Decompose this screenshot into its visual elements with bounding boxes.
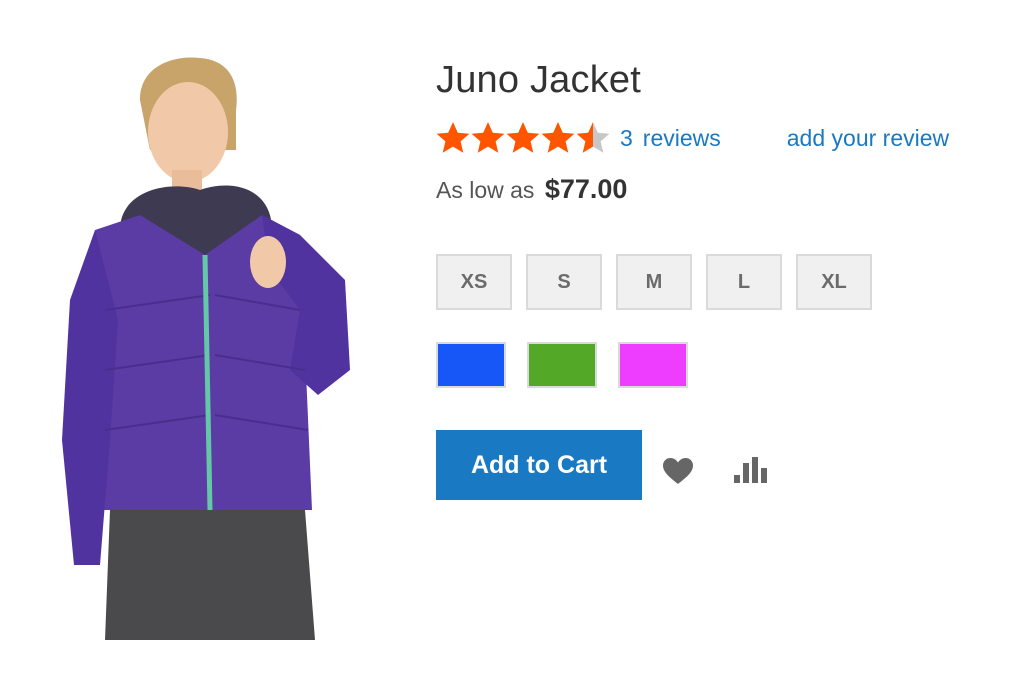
star-icon (541, 122, 575, 153)
add-to-cart-button[interactable]: Add to Cart (436, 430, 642, 500)
star-icon (576, 122, 610, 153)
price-row: As low as $77.00 (436, 174, 996, 205)
add-review-link[interactable]: add your review (787, 125, 949, 152)
size-option-m[interactable]: M (616, 254, 692, 310)
star-icon (471, 122, 505, 153)
rating-row: 3 reviews add your review (436, 118, 996, 158)
reviews-label: reviews (642, 124, 721, 151)
product-title: Juno Jacket (436, 59, 641, 101)
product-image (62, 57, 350, 640)
reviews-link[interactable]: 3 reviews (620, 125, 721, 152)
heart-icon[interactable] (662, 457, 694, 490)
compare-bars-icon[interactable] (734, 456, 768, 488)
size-options: XS S M L XL (436, 254, 996, 310)
size-option-l[interactable]: L (706, 254, 782, 310)
star-icon (436, 122, 470, 153)
size-option-xs[interactable]: XS (436, 254, 512, 310)
product-actions: Add to Cart (436, 430, 996, 500)
color-option-purple[interactable] (618, 342, 688, 388)
color-option-blue[interactable] (436, 342, 506, 388)
star-icon (506, 122, 540, 153)
color-option-green[interactable] (527, 342, 597, 388)
price-prefix: As low as (436, 177, 535, 203)
rating-stars (436, 121, 610, 155)
size-option-xl[interactable]: XL (796, 254, 872, 310)
review-count: 3 (620, 124, 633, 151)
product-info: Juno Jacket 3 reviews add your review As … (436, 52, 996, 500)
size-option-s[interactable]: S (526, 254, 602, 310)
price: $77.00 (544, 174, 628, 204)
color-options (436, 342, 996, 388)
